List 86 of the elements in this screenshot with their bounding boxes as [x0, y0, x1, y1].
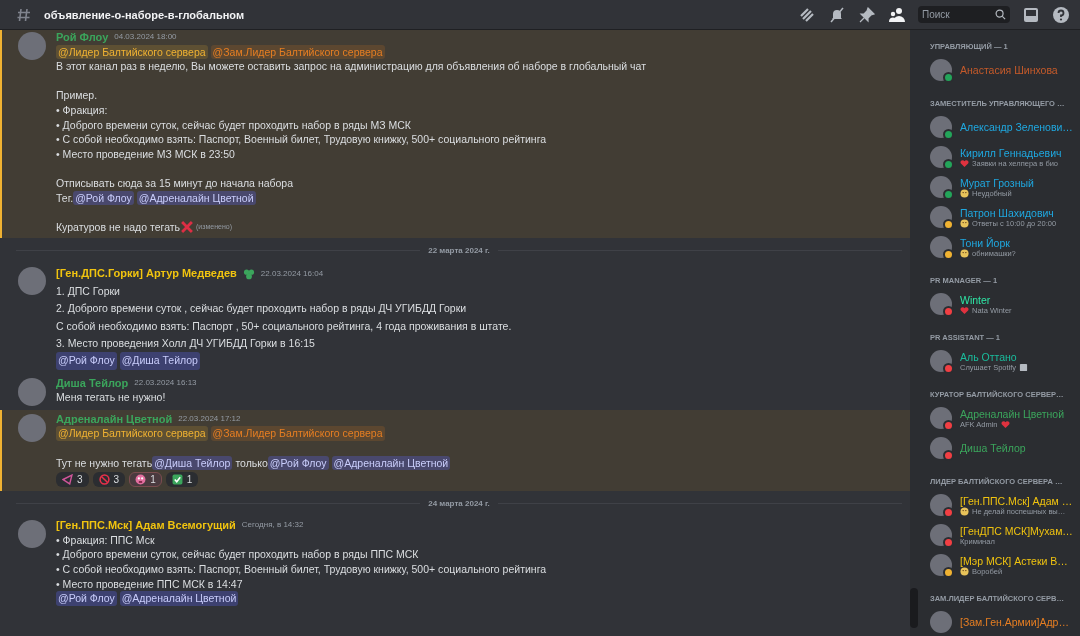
message-text: Меня тегать не нужно! — [56, 390, 167, 405]
scrollbar-thumb[interactable] — [910, 588, 918, 628]
author-name[interactable]: [Ген.ДПС.Горки] Артур Медведев — [56, 265, 237, 283]
member-name[interactable]: Патрон Шахидович — [960, 206, 1057, 219]
message-text: • Фракция: — [56, 102, 109, 118]
member-name[interactable]: Адреналайн Цветной — [960, 407, 1065, 420]
author-name[interactable]: Адреналайн Цветной — [56, 411, 173, 427]
member-name[interactable]: Кирилл Геннадьевич — [960, 146, 1062, 159]
author-name[interactable]: Диша Тейлор — [56, 375, 129, 391]
message-text: • Место проведение МЗ МСК в 23:50 — [56, 146, 236, 162]
checkmark-icon — [171, 474, 183, 486]
hash-icon — [16, 6, 32, 23]
mention-link[interactable]: @Адреналайн Цветной — [119, 591, 239, 606]
message-text: • С собой необходимо взять: Паспорт, Военный билет, Трудовую книжку, 500+ социального рейтинга — [56, 132, 548, 147]
message-text: • Фракция: ППС Мск — [56, 532, 156, 548]
reaction-button[interactable]: 3 — [92, 472, 126, 488]
message-text: В этот канал раз в неделю, Вы можете оставить запрос на администрацию для объявления об наборе в глобальный чат — [56, 59, 646, 74]
mention-link[interactable]: @Лидер Балтийского сервера — [56, 44, 208, 60]
member-name[interactable]: Winter — [960, 293, 1012, 306]
search-icon — [995, 9, 1006, 20]
channel-name: объявление-о-наборе-в-глобальном — [44, 8, 246, 21]
message-text: • Доброго времени суток, сейчас будет проходить набор в ряды ППС МСК — [56, 547, 420, 562]
mention-link[interactable]: @Лидер Балтийского сервера — [56, 426, 208, 441]
message-text: • С собой необходимо взять: Паспорт, Военный билет, Трудовую книжку, 500+ социального рейтинга — [56, 561, 547, 577]
emoji-icon — [960, 566, 969, 576]
mention-link[interactable]: @Рой Флоу — [56, 591, 117, 606]
mention-link[interactable]: @Рой Флоу — [73, 190, 134, 206]
message-text: 1. ДПС Горки — [56, 283, 121, 299]
author-name[interactable]: Рой Флоу — [56, 30, 109, 45]
member-name[interactable]: Александр Зеленови… — [960, 121, 1073, 133]
member-name[interactable]: [ГенДПС МСК]Мухам… — [960, 524, 1073, 537]
message-text: С собой необходимо взять: Паспорт , 50+ социального рейтинга, 4 года проживания в штате. — [56, 318, 512, 334]
cross-icon — [180, 220, 195, 234]
reaction-button[interactable]: 1 — [165, 472, 199, 488]
search-field[interactable]: Поиск — [918, 6, 1010, 23]
threads-icon[interactable] — [798, 5, 816, 24]
mention-link[interactable]: @Адреналайн Цветной — [136, 190, 256, 206]
inbox-icon[interactable] — [1022, 5, 1040, 24]
member-name[interactable]: [Ген.ППС.Мск] Адам … — [960, 494, 1073, 507]
reaction-button[interactable]: 3 — [56, 472, 89, 488]
mention-link[interactable]: @Зам.Лидер Балтийского сервера — [210, 44, 385, 60]
timestamp: 22.03.2024 16:13 — [134, 376, 197, 389]
member-name[interactable]: Диша Тейлор — [960, 442, 1026, 454]
message-text: • Доброго времени суток, сейчас будет проходить набор в ряды МЗ МСК — [56, 117, 412, 133]
message-text: 2. Доброго времени суток , сейчас будет проходить набор в ряды ДЧ УГИБДД Горки — [56, 301, 468, 317]
muted-bell-icon[interactable] — [828, 5, 846, 24]
message-text: 3. Место проведения Холл ДЧ УГИБДД Горки в 16:15 — [56, 335, 316, 351]
message-text: • Место проведение ППС МСК в 14:47 — [56, 576, 244, 592]
emoji-icon — [960, 248, 969, 258]
heart-icon — [1000, 419, 1010, 429]
date-divider: 22 марта 2024 г. — [428, 246, 490, 256]
timestamp: 04.03.2024 18:00 — [114, 31, 177, 43]
mention-link[interactable]: @Диша Тейлор — [119, 352, 200, 370]
message-text: Пример. — [56, 88, 99, 103]
author-name[interactable]: [Ген.ППС.Мск] Адам Всемогущий — [56, 518, 236, 533]
emoji-icon — [960, 188, 969, 198]
mention-link[interactable]: @Зам.Лидер Балтийского сервера — [210, 426, 385, 441]
timestamp: Сегодня, в 14:32 — [241, 519, 304, 532]
members-icon[interactable] — [888, 5, 906, 24]
date-divider: 24 марта 2024 г. — [428, 499, 490, 509]
mention-link[interactable]: @Рой Флоу — [267, 455, 329, 471]
forbidden-icon — [98, 474, 110, 486]
mention-link[interactable]: @Адреналайн Цветной — [331, 455, 451, 471]
timestamp: 22.03.2024 17:12 — [178, 412, 241, 425]
member-name[interactable]: [Зам.Ген.Армии]Адр… — [960, 616, 1069, 628]
emoji-icon — [960, 218, 969, 228]
pin-icon[interactable] — [858, 5, 876, 24]
message-text: Отписывать сюда за 15 минут до начала набора — [56, 175, 295, 191]
triangle-icon — [62, 474, 73, 486]
square-icon — [1019, 362, 1029, 372]
mention-link[interactable]: @Диша Тейлор — [152, 455, 233, 471]
member-name[interactable]: Аль Оттано — [960, 350, 1029, 363]
member-name[interactable]: Анастасия Шинхова — [960, 64, 1058, 76]
member-name[interactable]: [Мэр МСК] Астеки В… — [960, 554, 1068, 567]
timestamp: 22.03.2024 16:04 — [260, 268, 324, 281]
member-name[interactable]: Тони Йорк — [960, 236, 1016, 249]
face-icon — [135, 474, 147, 486]
help-icon[interactable] — [1052, 5, 1070, 24]
heart-icon — [960, 158, 969, 168]
mention-link[interactable]: @Рой Флоу — [56, 352, 117, 370]
member-name[interactable]: Мурат Грозный — [960, 176, 1034, 189]
reaction-button[interactable]: 1 — [129, 472, 162, 488]
message-text: Тут не нужно тегать @Диша Тейлор только @Рой Флоу @Адреналайн Цветной — [56, 455, 452, 471]
message-text: Тег. @Рой Флоу @Адреналайн Цветной — [56, 190, 257, 206]
heart-icon — [960, 305, 969, 315]
emoji-icon — [960, 506, 969, 516]
